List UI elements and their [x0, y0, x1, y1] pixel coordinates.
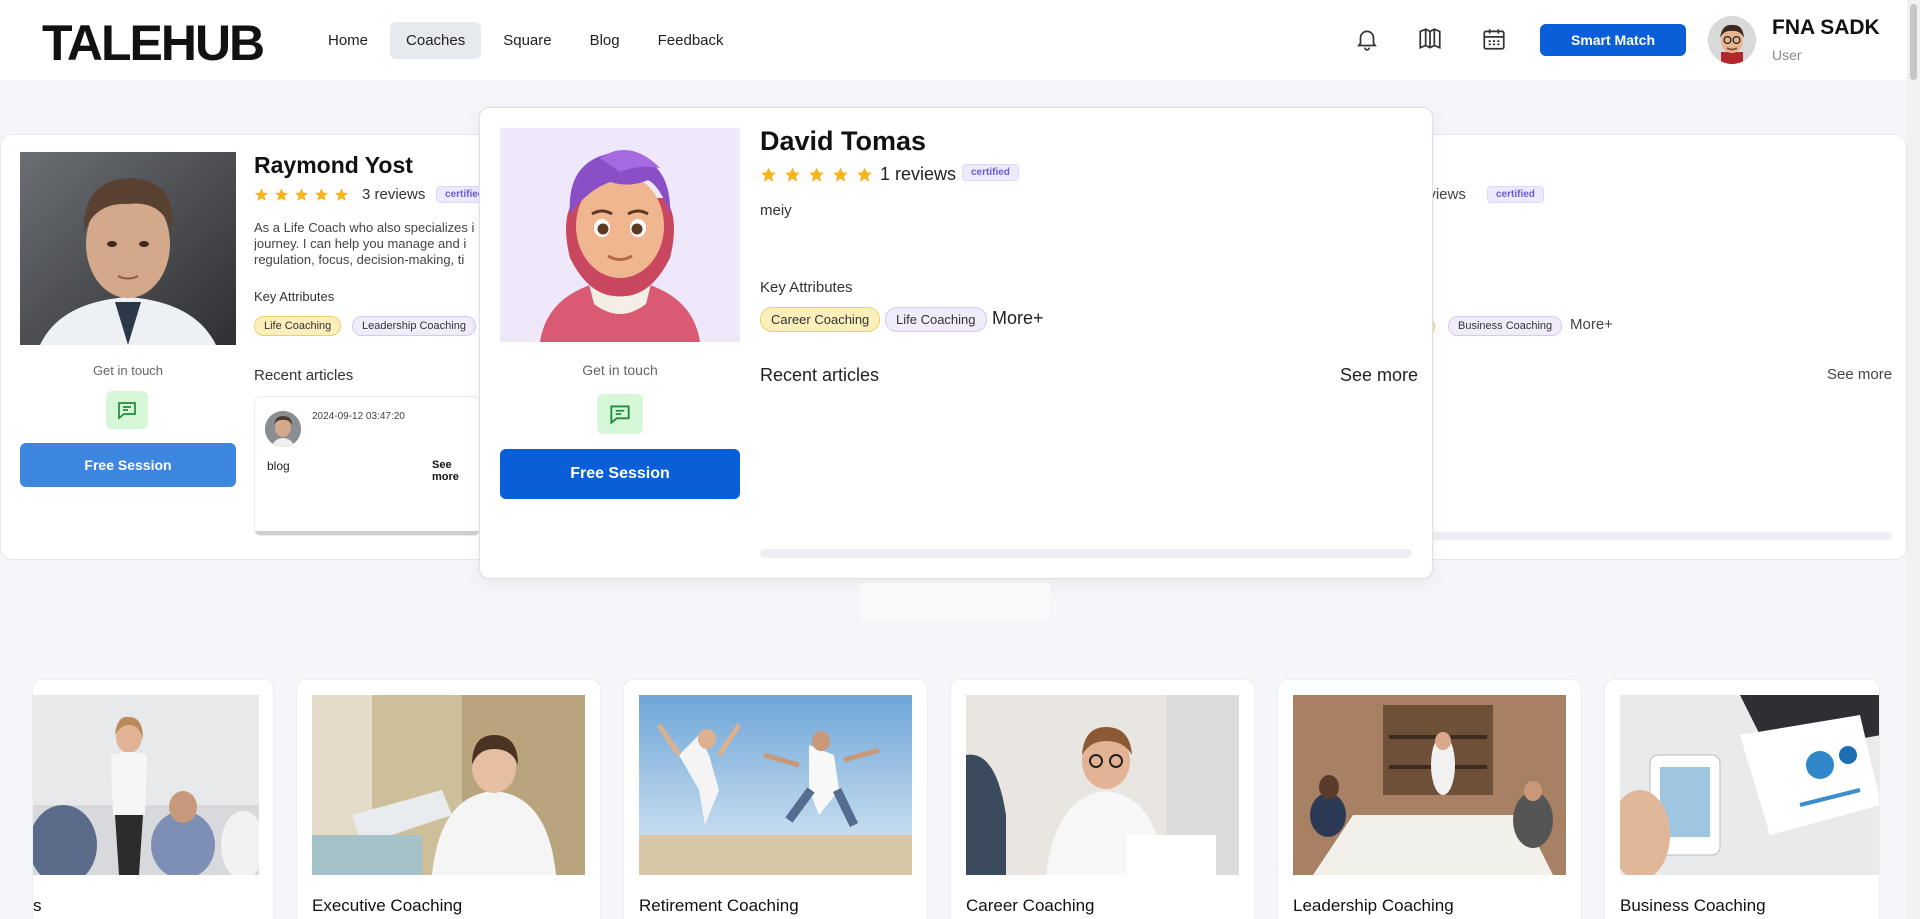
article-thumbnail: [265, 411, 301, 447]
category-card[interactable]: Business Coaching: [1604, 679, 1880, 919]
article-scrollbar[interactable]: [255, 531, 479, 535]
certified-badge: certified: [1487, 186, 1544, 203]
nav-home[interactable]: Home: [312, 22, 384, 59]
nav-square[interactable]: Square: [487, 22, 567, 59]
coach-rating: [760, 166, 873, 183]
star-icon: [294, 188, 309, 201]
chat-icon: [610, 405, 630, 425]
carousel-indicator-area: [860, 583, 1050, 619]
description-line: As a Life Coach who also specializes i: [254, 220, 475, 235]
book-icon[interactable]: [1417, 26, 1443, 52]
page-scrollbar[interactable]: [1907, 0, 1920, 919]
star-icon: [314, 188, 329, 201]
coach-description: meiy: [760, 202, 792, 219]
articles-scrollbar[interactable]: [1430, 532, 1892, 540]
user-name: FNA SADK: [1772, 16, 1880, 39]
category-title: Retirement Coaching: [639, 896, 799, 915]
chat-button[interactable]: [106, 391, 148, 429]
review-count: 3 reviews: [362, 186, 426, 203]
talehub-logo[interactable]: TALEHUB: [42, 18, 282, 64]
category-card[interactable]: Career Coaching: [950, 679, 1255, 919]
get-in-touch-label: Get in touch: [92, 363, 164, 378]
star-icon: [785, 167, 800, 182]
review-count: 1 reviews: [880, 164, 957, 184]
nav-feedback[interactable]: Feedback: [642, 22, 740, 59]
articles-scrollbar[interactable]: [760, 549, 1412, 558]
category-title: Leadership Coaching: [1293, 896, 1454, 915]
article-see-more[interactable]: See more: [432, 459, 479, 483]
svg-text:TALEHUB: TALEHUB: [42, 18, 263, 64]
coach-photo: [500, 128, 740, 342]
more-tags-link[interactable]: More+: [1570, 316, 1613, 333]
tag-business-coaching[interactable]: Business Coaching: [1448, 316, 1563, 336]
tag-leadership-coaching[interactable]: Leadership Coaching: [352, 316, 476, 336]
smart-match-button[interactable]: Smart Match: [1540, 24, 1686, 56]
category-title: Executive Coaching: [312, 896, 463, 915]
category-image: [966, 695, 1239, 875]
category-image: [1620, 695, 1879, 875]
category-card[interactable]: s: [32, 679, 274, 919]
user-role: User: [1772, 47, 1802, 63]
category-image: [1293, 695, 1566, 875]
certified-badge: certified: [962, 164, 1019, 181]
coach-name[interactable]: Raymond Yost: [254, 152, 413, 179]
tag-career-coaching[interactable]: Career Coaching: [760, 307, 881, 332]
key-attributes-label: Key Attributes: [254, 289, 335, 304]
star-icon: [334, 188, 349, 201]
get-in-touch-label: Get in touch: [582, 362, 658, 378]
main-nav: Home Coaches Square Blog Feedback: [312, 22, 740, 59]
category-card[interactable]: Retirement Coaching: [623, 679, 928, 919]
key-attributes-label: Key Attributes: [760, 279, 853, 296]
coach-name[interactable]: David Tomas: [760, 126, 926, 157]
star-icon: [857, 167, 872, 182]
category-card[interactable]: Leadership Coaching: [1277, 679, 1582, 919]
category-title: Career Coaching: [966, 896, 1095, 915]
see-more-link[interactable]: See more: [1827, 366, 1892, 383]
star-icon: [809, 167, 824, 182]
star-icon: [761, 167, 776, 182]
chat-icon: [118, 402, 136, 420]
see-more-link[interactable]: See more: [1340, 365, 1418, 386]
avatar[interactable]: [1708, 16, 1756, 64]
free-session-button[interactable]: Free Session: [20, 443, 236, 487]
calendar-icon[interactable]: [1481, 26, 1507, 52]
coach-rating: [254, 187, 349, 202]
bell-icon[interactable]: [1354, 26, 1380, 52]
nav-blog[interactable]: Blog: [574, 22, 636, 59]
recent-articles-label: Recent articles: [760, 365, 880, 385]
category-card[interactable]: Executive Coaching: [296, 679, 601, 919]
category-title: s: [33, 896, 42, 915]
recent-articles-label: Recent articles: [254, 367, 354, 384]
star-icon: [833, 167, 848, 182]
article-card[interactable]: 2024-09-12 03:47:20 blog See more: [254, 396, 480, 536]
coach-description: As a Life Coach who also specializes i j…: [254, 220, 480, 268]
category-image: [33, 695, 259, 875]
star-icon: [254, 188, 269, 201]
category-image: [639, 695, 912, 875]
free-session-button[interactable]: Free Session: [500, 449, 740, 499]
description-line: regulation, focus, decision-making, ti: [254, 252, 465, 267]
description-line: journey. I can help you manage and i: [254, 236, 467, 251]
top-header: TALEHUB Home Coaches Square Blog Feedbac…: [0, 0, 1907, 80]
category-image: [312, 695, 585, 875]
category-title: Business Coaching: [1620, 896, 1766, 915]
article-title: blog: [267, 459, 290, 473]
chat-button[interactable]: [597, 394, 643, 434]
more-tags-link[interactable]: More+: [992, 308, 1044, 329]
tag-life-coaching[interactable]: Life Coaching: [254, 316, 342, 336]
star-icon: [274, 188, 289, 201]
nav-coaches[interactable]: Coaches: [390, 22, 482, 59]
article-date: 2024-09-12 03:47:20: [312, 411, 405, 422]
tag-life-coaching[interactable]: Life Coaching: [885, 307, 987, 332]
coach-photo: [20, 152, 236, 345]
